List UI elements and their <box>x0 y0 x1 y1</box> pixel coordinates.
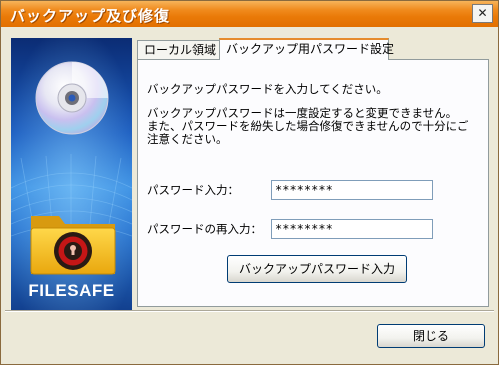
title-bar[interactable]: バックアップ及び修復 ✕ <box>1 1 498 27</box>
dialog-window: バックアップ及び修復 ✕ FILESAFE ローカル領域 バックアップ用パスワー… <box>0 0 499 365</box>
window-title: バックアップ及び修復 <box>10 7 171 25</box>
password-field[interactable]: ******** <box>271 180 433 200</box>
confirm-password-field[interactable]: ******** <box>271 219 433 239</box>
warning-line-3: 注意ください。 <box>147 132 228 146</box>
intro-text: バックアップパスワードを入力してください。 <box>147 82 388 96</box>
banner-art <box>11 38 132 310</box>
tab-local-storage[interactable]: ローカル領域 <box>137 40 220 59</box>
confirm-password-label: パスワードの再入力： <box>147 222 262 236</box>
close-button[interactable]: 閉じる <box>377 324 485 348</box>
close-window-button[interactable]: ✕ <box>472 4 493 23</box>
disc-icon <box>35 61 109 135</box>
password-label: パスワード入力： <box>147 183 239 197</box>
side-banner: FILESAFE <box>11 38 132 310</box>
set-backup-password-button[interactable]: バックアップパスワード入力 <box>227 255 407 283</box>
brand-logo: FILESAFE <box>28 281 115 300</box>
footer-divider <box>5 310 494 312</box>
folder-lock-icon <box>30 216 116 275</box>
tab-backup-password[interactable]: バックアップ用パスワード設定 <box>219 38 394 60</box>
